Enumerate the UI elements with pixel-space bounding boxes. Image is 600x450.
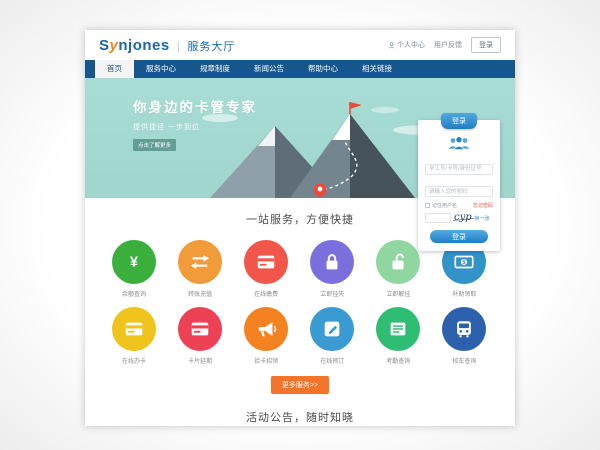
user-icon bbox=[388, 42, 395, 49]
username-input[interactable] bbox=[425, 164, 493, 175]
service-label: 校车查询 bbox=[452, 356, 476, 365]
remember-row: 记住用户名 忘记密码 bbox=[425, 202, 493, 209]
yen-icon[interactable]: ¥ bbox=[112, 240, 156, 284]
announcements-section: 活动公告，随时知晓 优惠活动 最新公告 更多>> 使用指南 更多>> bbox=[85, 409, 515, 426]
service-item-report-loss[interactable]: 立即挂失 bbox=[299, 240, 365, 298]
banner-subtitle: 提供捷径 一步到位 bbox=[133, 122, 257, 132]
card-icon[interactable] bbox=[112, 307, 156, 351]
site-title: 服务大厅 bbox=[187, 38, 235, 54]
service-label: 转账充值 bbox=[188, 289, 212, 298]
user-feedback-link[interactable]: 用户反馈 bbox=[434, 40, 462, 50]
desktop-background: Synjones | 服务大厅 个人中心 用户反馈 登录 首页 服务中心 规章制… bbox=[0, 0, 600, 450]
service-item-card-extend[interactable]: 卡片延期 bbox=[167, 307, 233, 365]
service-label: 立即挂失 bbox=[320, 289, 344, 298]
user-feedback-label: 用户反馈 bbox=[434, 40, 462, 50]
service-label: 立即解挂 bbox=[386, 289, 410, 298]
login-panel: 登录 记住用户名 忘记密码 bbox=[418, 120, 500, 251]
nav-item-news[interactable]: 新闻公告 bbox=[242, 60, 296, 78]
password-input[interactable] bbox=[425, 186, 493, 197]
header-login-button[interactable]: 登录 bbox=[471, 37, 501, 53]
service-item-balance[interactable]: ¥ 余额查询 bbox=[101, 240, 167, 298]
service-label: 卡片延期 bbox=[188, 356, 212, 365]
forgot-password-link[interactable]: 忘记密码 bbox=[473, 202, 493, 209]
login-tab[interactable]: 登录 bbox=[441, 113, 477, 129]
captcha-row: cyp 换一张 bbox=[425, 213, 493, 223]
service-item-school-bus[interactable]: 校车查询 bbox=[431, 307, 497, 365]
service-label: 考勤查询 bbox=[386, 356, 410, 365]
service-item-new-card[interactable]: 在线办卡 bbox=[101, 307, 167, 365]
lock-icon[interactable] bbox=[310, 240, 354, 284]
megaphone-icon[interactable] bbox=[244, 307, 288, 351]
personal-center-label: 个人中心 bbox=[397, 40, 425, 50]
services-grid: ¥ 余额查询 转账充值 在线缴费 bbox=[85, 231, 515, 365]
service-item-found-card[interactable]: 拾卡招领 bbox=[233, 307, 299, 365]
banner-title: 你身边的卡管专家 bbox=[133, 96, 257, 116]
logo-text: njones bbox=[118, 37, 169, 54]
browser-page: Synjones | 服务大厅 个人中心 用户反馈 登录 首页 服务中心 规章制… bbox=[85, 30, 515, 426]
nav-item-service-center[interactable]: 服务中心 bbox=[134, 60, 188, 78]
service-label: 余额查询 bbox=[122, 289, 146, 298]
captcha-refresh-link[interactable]: 换一张 bbox=[475, 215, 490, 222]
service-item-online-booking[interactable]: 在线预订 bbox=[299, 307, 365, 365]
service-label: 补助领取 bbox=[452, 289, 476, 298]
captcha-image[interactable]: cyp bbox=[454, 213, 472, 223]
card-icon[interactable] bbox=[178, 307, 222, 351]
users-icon bbox=[425, 136, 493, 151]
service-label: 拾卡招领 bbox=[254, 356, 278, 365]
service-item-attendance[interactable]: 考勤查询 bbox=[365, 307, 431, 365]
captcha-input[interactable] bbox=[425, 213, 451, 223]
unlock-icon[interactable] bbox=[376, 240, 420, 284]
hero-banner: 你身边的卡管专家 提供捷径 一步到位 点击了解更多 bbox=[85, 78, 515, 198]
personal-center-link[interactable]: 个人中心 bbox=[388, 40, 425, 50]
service-label: 在线办卡 bbox=[122, 356, 146, 365]
card-icon[interactable] bbox=[244, 240, 288, 284]
nav-item-rules[interactable]: 规章制度 bbox=[188, 60, 242, 78]
nav-item-home[interactable]: 首页 bbox=[95, 60, 134, 78]
banner-cta-button[interactable]: 点击了解更多 bbox=[133, 139, 176, 151]
bus-icon[interactable] bbox=[442, 307, 486, 351]
site-header: Synjones | 服务大厅 个人中心 用户反馈 登录 bbox=[85, 30, 515, 60]
edit-icon[interactable] bbox=[310, 307, 354, 351]
service-label: 在线预订 bbox=[320, 356, 344, 365]
main-nav: 首页 服务中心 规章制度 新闻公告 帮助中心 相关链接 bbox=[85, 60, 515, 78]
service-item-pay[interactable]: 在线缴费 bbox=[233, 240, 299, 298]
service-label: 在线缴费 bbox=[254, 289, 278, 298]
svg-text:¥: ¥ bbox=[130, 255, 139, 271]
logo-accent: y bbox=[110, 37, 119, 54]
transfer-icon[interactable] bbox=[178, 240, 222, 284]
banner-copy: 你身边的卡管专家 提供捷径 一步到位 点击了解更多 bbox=[133, 96, 257, 152]
nav-item-links[interactable]: 相关链接 bbox=[350, 60, 404, 78]
header-user-menu: 个人中心 用户反馈 登录 bbox=[388, 37, 501, 53]
remember-label: 记住用户名 bbox=[432, 202, 457, 209]
announcements-title: 活动公告，随时知晓 bbox=[85, 409, 515, 425]
logo-text: S bbox=[99, 37, 110, 54]
logo-divider: | bbox=[177, 39, 181, 53]
nav-item-help-center[interactable]: 帮助中心 bbox=[296, 60, 350, 78]
login-submit-button[interactable]: 登录 bbox=[430, 230, 488, 243]
service-item-transfer[interactable]: 转账充值 bbox=[167, 240, 233, 298]
remember-checkbox[interactable] bbox=[425, 203, 430, 208]
list-icon[interactable] bbox=[376, 307, 420, 351]
more-services-button[interactable]: 更多服务>> bbox=[271, 376, 329, 394]
site-logo[interactable]: Synjones | 服务大厅 bbox=[99, 37, 235, 54]
